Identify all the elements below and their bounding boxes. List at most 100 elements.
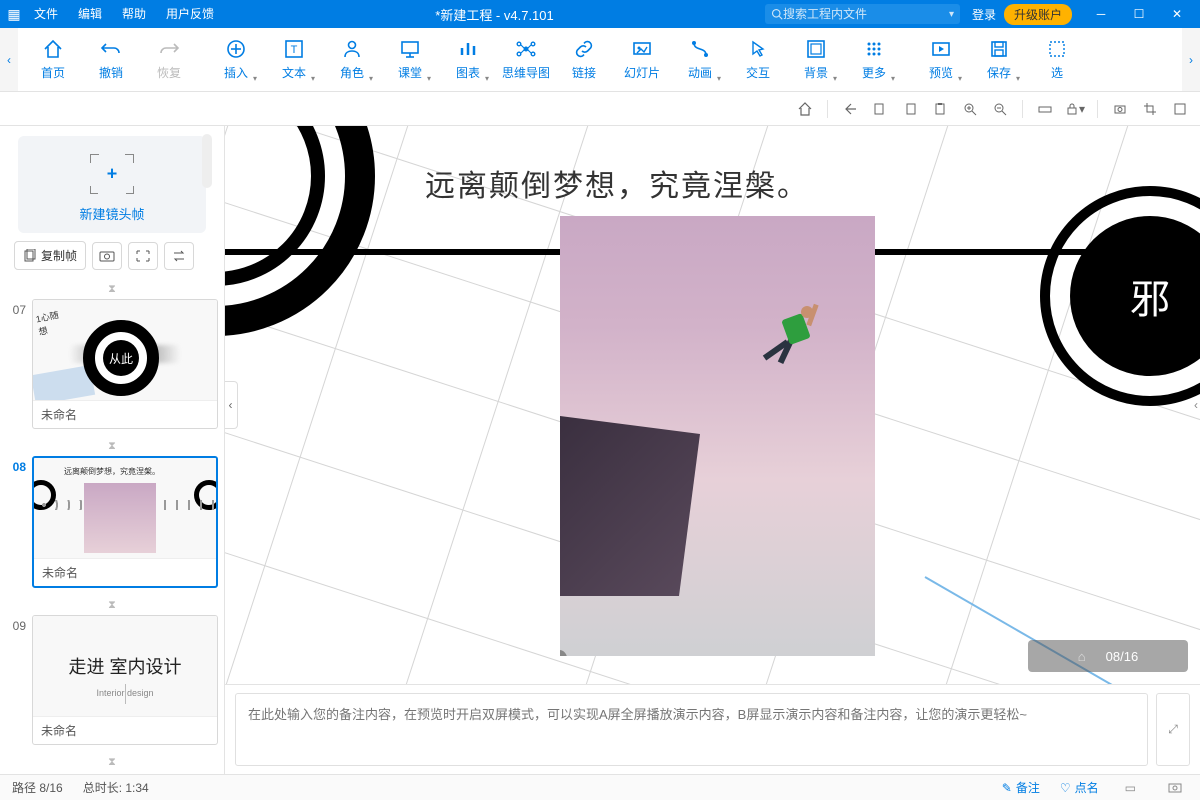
ribbon-interact-button[interactable]: 交互 xyxy=(729,32,787,87)
ribbon-text-button[interactable]: T文本▾ xyxy=(265,32,323,87)
ribbon-label: 插入 xyxy=(224,64,248,81)
zoom-in-icon[interactable] xyxy=(960,99,980,119)
chevron-down-icon: ▾ xyxy=(891,74,895,83)
window-title: *新建工程 - v4.7.101 xyxy=(224,5,765,24)
expand-notes-icon[interactable]: ⤢ xyxy=(1156,693,1190,766)
ribbon-label: 链接 xyxy=(572,64,596,81)
nav-back-icon[interactable] xyxy=(840,99,860,119)
notes-area: ⤢ xyxy=(225,684,1200,774)
frame-name: 未命名 xyxy=(34,558,216,586)
clipboard-icon[interactable] xyxy=(930,99,950,119)
canvas-image[interactable]: 8 xyxy=(560,216,875,656)
frame-list[interactable]: ⧗ 07 1心随想从此 未命名 ⧗ 08 远离颠倒梦想，究竟涅槃。 未命名 xyxy=(0,280,224,774)
canvas-right-circle[interactable]: 邪 xyxy=(1040,186,1200,406)
collapse-right-icon[interactable]: ‹ xyxy=(1191,381,1200,429)
ribbon-anim-button[interactable]: 动画▾ xyxy=(671,32,729,87)
frame-item-08[interactable]: 08 远离颠倒梦想，究竟涅槃。 未命名 xyxy=(6,456,218,588)
ribbon-bg-button[interactable]: 背景▾ xyxy=(787,32,845,87)
login-link[interactable]: 登录 xyxy=(972,6,996,23)
ribbon-mindmap-button[interactable]: 思维导图 xyxy=(497,32,555,87)
frame-thumbnail: 1心随想从此 xyxy=(33,300,217,400)
ribbon-preview-button[interactable]: 预览▾ xyxy=(912,32,970,87)
ribbon: ‹ 首页撤销恢复插入▾T文本▾角色▾课堂▾图表▾思维导图链接幻灯片动画▾交互背景… xyxy=(0,28,1200,92)
home-icon xyxy=(42,38,64,60)
ribbon-slides-button[interactable]: 幻灯片 xyxy=(613,32,671,87)
ribbon-undo-button[interactable]: 撤销 xyxy=(82,32,140,87)
ribbon-label: 首页 xyxy=(41,64,65,81)
ribbon-label: 课堂 xyxy=(398,64,422,81)
new-frame-label: 新建镜头帧 xyxy=(79,204,144,223)
chevron-down-icon: ▾ xyxy=(369,74,373,83)
ruler-icon[interactable] xyxy=(1035,99,1055,119)
workarea: + 新建镜头帧 复制帧 ⧗ 07 1心随想从此 未命名 ⧗ xyxy=(0,126,1200,774)
menu-edit[interactable]: 编辑 xyxy=(68,0,112,28)
ribbon-label: 幻灯片 xyxy=(624,64,660,81)
upgrade-button[interactable]: 升级账户 xyxy=(1004,4,1072,25)
svg-text:T: T xyxy=(291,44,298,56)
menu-feedback[interactable]: 用户反馈 xyxy=(156,0,224,28)
minimize-button[interactable]: ─ xyxy=(1082,0,1120,28)
like-button[interactable]: ♡ 点名 xyxy=(1060,779,1099,796)
mindmap-icon xyxy=(515,38,537,60)
anim-icon xyxy=(689,38,711,60)
bg-icon xyxy=(805,38,827,60)
collapse-left-icon[interactable]: ‹ xyxy=(225,381,238,429)
menu-file[interactable]: 文件 xyxy=(24,0,68,28)
page-counter-overlay: ⌂ 08/16 xyxy=(1028,640,1188,672)
ribbon-scroll-right[interactable]: › xyxy=(1182,28,1200,91)
new-frame-button[interactable]: + 新建镜头帧 xyxy=(18,136,206,233)
ribbon-label: 文本 xyxy=(282,64,306,81)
home-icon[interactable] xyxy=(795,99,815,119)
chevron-down-icon[interactable]: ▾ xyxy=(949,9,954,20)
frame-number: 07 xyxy=(6,299,26,429)
screen-icon[interactable]: ▭ xyxy=(1119,781,1142,795)
redo-icon xyxy=(158,38,180,60)
paste-icon[interactable] xyxy=(900,99,920,119)
chevron-down-icon: ▾ xyxy=(833,74,837,83)
frame-item-07[interactable]: 07 1心随想从此 未命名 xyxy=(6,299,218,429)
frame-thumbnail: 走进 室内设计Interior design xyxy=(33,616,217,716)
crop-icon[interactable] xyxy=(1140,99,1160,119)
camera-icon[interactable] xyxy=(1110,99,1130,119)
ribbon-board-button[interactable]: 课堂▾ xyxy=(381,32,439,87)
frame-item-09[interactable]: 09 走进 室内设计Interior design 未命名 xyxy=(6,615,218,745)
lock-icon[interactable]: ▾ xyxy=(1065,99,1085,119)
search-input[interactable] xyxy=(783,7,954,21)
chevron-down-icon: ▾ xyxy=(717,74,721,83)
canvas-headline[interactable]: 远离颠倒梦想，究竟涅槃。 xyxy=(425,161,809,205)
ribbon-home-button[interactable]: 首页 xyxy=(24,32,82,87)
ribbon-plus-circle-button[interactable]: 插入▾ xyxy=(207,32,265,87)
zoom-out-icon[interactable] xyxy=(990,99,1010,119)
ribbon-save-button[interactable]: 保存▾ xyxy=(970,32,1028,87)
ribbon-more-button[interactable]: 更多▾ xyxy=(845,32,903,87)
notes-toggle-button[interactable]: ✎ 备注 xyxy=(1002,779,1040,796)
expand-icon[interactable] xyxy=(1170,99,1190,119)
scrollbar-thumb[interactable] xyxy=(202,134,212,188)
ribbon-link-button[interactable]: 链接 xyxy=(555,32,613,87)
canvas-stage[interactable]: 远离颠倒梦想，究竟涅槃。 8 邪 ⌂ 08/16 ‹ ‹ xyxy=(225,126,1200,684)
notes-input[interactable] xyxy=(235,693,1148,766)
ribbon-label: 图表 xyxy=(456,64,480,81)
menu-help[interactable]: 帮助 xyxy=(112,0,156,28)
copy-frame-button[interactable]: 复制帧 xyxy=(14,241,86,270)
swap-icon[interactable] xyxy=(164,242,194,270)
copy-icon[interactable] xyxy=(870,99,890,119)
app-logo-icon: ▦ xyxy=(4,4,24,24)
interact-icon xyxy=(747,38,769,60)
search-box[interactable]: ▾ xyxy=(765,4,960,24)
timer-icon: ⧗ xyxy=(6,437,218,456)
ribbon-person-button[interactable]: 角色▾ xyxy=(323,32,381,87)
home-icon[interactable]: ⌂ xyxy=(1078,649,1086,664)
camera-frame-icon[interactable] xyxy=(92,242,122,270)
camera-icon[interactable] xyxy=(1162,782,1188,794)
frame-number: 08 xyxy=(6,456,26,588)
scan-icon[interactable] xyxy=(128,242,158,270)
close-button[interactable]: ✕ xyxy=(1158,0,1196,28)
ribbon-scroll-left[interactable]: ‹ xyxy=(0,28,18,91)
ribbon-chart-button[interactable]: 图表▾ xyxy=(439,32,497,87)
ribbon-select-button[interactable]: 选 xyxy=(1028,32,1086,87)
undo-icon xyxy=(100,38,122,60)
frame-actions: 复制帧 xyxy=(0,241,224,280)
more-icon xyxy=(863,38,885,60)
maximize-button[interactable]: ☐ xyxy=(1120,0,1158,28)
